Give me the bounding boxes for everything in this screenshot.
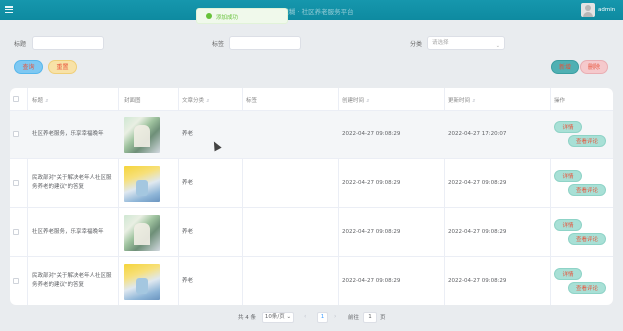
row-created: 2022-04-27 09:08:29: [342, 180, 401, 186]
avatar[interactable]: [581, 3, 595, 17]
row-updated: 2022-04-27 17:20:07: [448, 131, 507, 137]
pagination-total: 共 4 条: [238, 315, 256, 321]
column-header-category[interactable]: 文章分类 ⇵: [182, 96, 209, 104]
column-header-title[interactable]: 标题 ⇵: [32, 96, 48, 104]
page-number-current[interactable]: 1: [317, 312, 328, 323]
prev-page-icon[interactable]: ‹: [304, 313, 306, 320]
delete-button[interactable]: 删除: [580, 60, 608, 74]
app-title: 图片模糊 · 社区养老服务平台: [269, 8, 354, 16]
category-filter-label: 分类: [410, 41, 423, 48]
data-table: 标题 ⇵ 封面图 文章分类 ⇵ 标签 创建时间 ⇵ 更新时间 ⇵ 操作 社区养老服务，乐…: [10, 88, 613, 305]
cover-image: [124, 166, 160, 202]
title-input[interactable]: [32, 36, 104, 50]
tag-filter-label: 标签: [212, 41, 225, 48]
row-category: 养老: [182, 180, 194, 186]
sort-icon: ⇵: [366, 98, 370, 103]
row-category: 养老: [182, 131, 194, 137]
row-updated: 2022-04-27 09:08:29: [448, 229, 507, 235]
column-header-updated[interactable]: 更新时间 ⇵: [448, 96, 475, 104]
row-created: 2022-04-27 09:08:29: [342, 131, 401, 137]
row-checkbox[interactable]: [13, 278, 19, 284]
column-header-cover: 封面图: [124, 98, 141, 104]
table-row: 社区养老服务，乐享幸福晚年 养老 2022-04-27 09:08:29 202…: [10, 111, 613, 159]
sort-icon: ⇵: [206, 98, 210, 103]
cover-image: [124, 117, 160, 153]
success-toast: 添加成功: [196, 8, 288, 24]
chevron-down-icon: ⌄: [284, 314, 292, 320]
search-button[interactable]: 查询: [14, 60, 43, 74]
top-bar: 图片模糊 · 社区养老服务平台 admin: [0, 0, 623, 20]
detail-button[interactable]: 详情: [554, 219, 582, 231]
row-updated: 2022-04-27 09:08:29: [448, 278, 507, 284]
cover-image: [124, 264, 160, 300]
row-created: 2022-04-27 09:08:29: [342, 229, 401, 235]
chevron-down-icon: ⌄: [495, 43, 500, 49]
page-suffix: 页: [380, 315, 386, 321]
view-comments-button[interactable]: 查看评论: [568, 184, 606, 196]
row-checkbox[interactable]: [13, 180, 19, 186]
table-row: 社区养老服务，乐享幸福晚年 养老 2022-04-27 09:08:29 202…: [10, 209, 613, 257]
title-filter-label: 标题: [14, 41, 27, 48]
category-select[interactable]: 请选择 ⌄: [427, 36, 505, 50]
table-header: 标题 ⇵ 封面图 文章分类 ⇵ 标签 创建时间 ⇵ 更新时间 ⇵ 操作: [10, 88, 613, 111]
column-header-tag: 标签: [246, 98, 258, 104]
toast-message: 添加成功: [216, 15, 239, 21]
page-size-select[interactable]: 10条/页 ⌄: [262, 312, 294, 323]
select-all-checkbox[interactable]: [13, 96, 19, 102]
row-created: 2022-04-27 09:08:29: [342, 278, 401, 284]
row-checkbox[interactable]: [13, 131, 19, 137]
sort-icon: ⇵: [472, 98, 476, 103]
detail-button[interactable]: 详情: [554, 170, 582, 182]
tag-input[interactable]: [229, 36, 301, 50]
row-category: 养老: [182, 278, 194, 284]
username[interactable]: admin: [598, 7, 615, 13]
row-title: 社区养老服务，乐享幸福晚年: [32, 131, 104, 137]
row-title: 民政部对"关于解决老年人社区服务养老的建议"的答复: [32, 273, 112, 288]
row-checkbox[interactable]: [13, 229, 19, 235]
reset-button[interactable]: 重置: [48, 60, 77, 74]
add-button[interactable]: 新增: [551, 60, 579, 74]
next-page-icon[interactable]: ›: [334, 313, 336, 320]
column-header-actions: 操作: [554, 98, 566, 104]
cover-image: [124, 215, 160, 251]
column-header-created[interactable]: 创建时间 ⇵: [342, 96, 369, 104]
view-comments-button[interactable]: 查看评论: [568, 233, 606, 245]
goto-label: 前往: [348, 315, 360, 321]
row-updated: 2022-04-27 09:08:29: [448, 180, 507, 186]
view-comments-button[interactable]: 查看评论: [568, 282, 606, 294]
detail-button[interactable]: 详情: [554, 268, 582, 280]
detail-button[interactable]: 详情: [554, 121, 582, 133]
row-category: 养老: [182, 229, 194, 235]
check-circle-icon: [206, 13, 212, 19]
table-row: 民政部对"关于解决老年人社区服务养老的建议"的答复 养老 2022-04-27 …: [10, 258, 613, 305]
row-title: 民政部对"关于解决老年人社区服务养老的建议"的答复: [32, 175, 112, 190]
sort-icon: ⇵: [45, 98, 49, 103]
view-comments-button[interactable]: 查看评论: [568, 135, 606, 147]
table-row: 民政部对"关于解决老年人社区服务养老的建议"的答复 养老 2022-04-27 …: [10, 160, 613, 208]
category-placeholder: 请选择: [432, 40, 449, 46]
goto-page-input[interactable]: 1: [363, 312, 377, 323]
page-size-value: 10条/页: [264, 314, 285, 320]
row-title: 社区养老服务，乐享幸福晚年: [32, 229, 104, 235]
